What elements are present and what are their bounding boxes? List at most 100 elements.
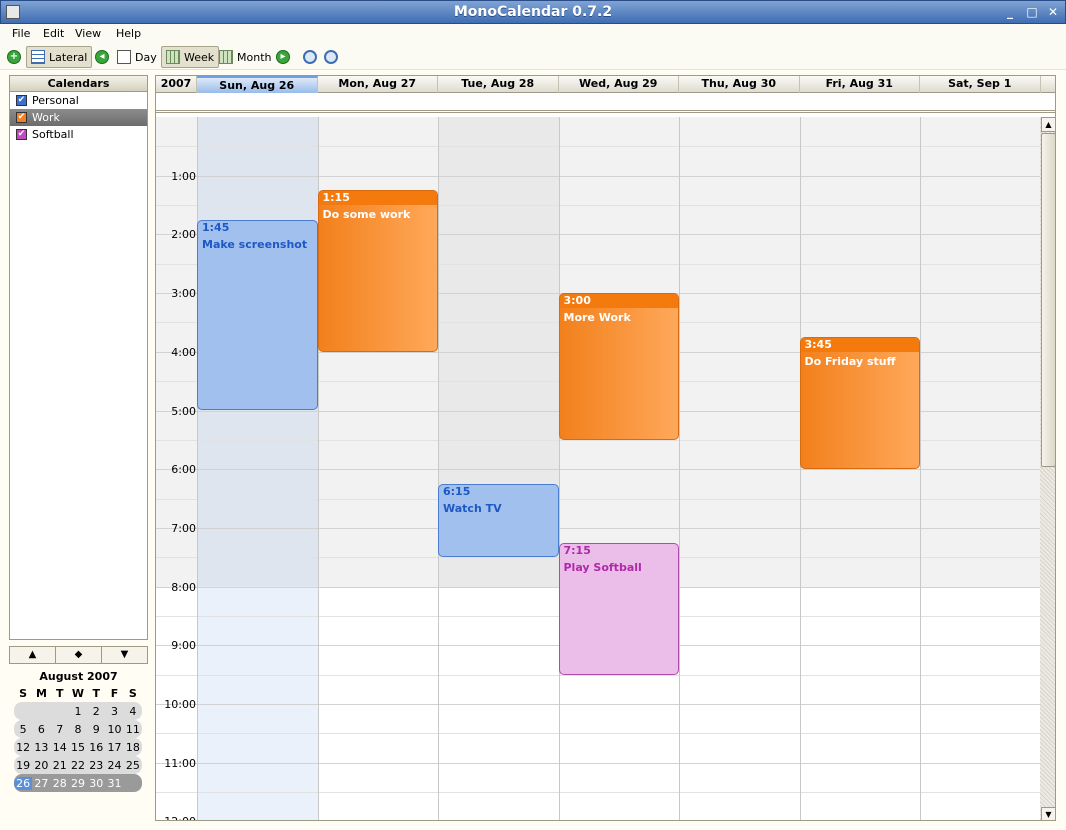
day-cell[interactable]: 14: [51, 741, 69, 754]
day-cell[interactable]: 12: [14, 741, 32, 754]
add-icon: +: [7, 50, 21, 64]
title-bar: MonoCalendar 0.7.2 _ □ ✕: [0, 0, 1066, 24]
day-cell[interactable]: 25: [124, 759, 142, 772]
vertical-scrollbar[interactable]: ▲ ▼: [1040, 117, 1055, 820]
day-cell[interactable]: 16: [87, 741, 105, 754]
day-header[interactable]: Sun, Aug 26: [197, 76, 318, 93]
menu-edit[interactable]: Edit: [43, 27, 64, 40]
day-cell[interactable]: 28: [51, 777, 69, 790]
day-cell[interactable]: 23: [87, 759, 105, 772]
day-header[interactable]: Wed, Aug 29: [559, 76, 679, 93]
event-block[interactable]: 1:15 Do some work: [317, 190, 438, 352]
day-cell[interactable]: 5: [14, 723, 32, 736]
hour-label: 7:00: [171, 521, 196, 535]
close-icon[interactable]: ✕: [1044, 4, 1062, 21]
weekday-label: T: [55, 686, 64, 700]
calendar-item[interactable]: ✔ Work: [10, 109, 147, 126]
hour-label: 8:00: [171, 580, 196, 594]
day-cell[interactable]: 8: [69, 723, 87, 736]
hour-label: 9:00: [171, 639, 196, 653]
day-cell[interactable]: 26: [14, 776, 33, 790]
checkbox-icon[interactable]: ✔: [16, 129, 27, 140]
day-cell[interactable]: 2: [87, 705, 105, 718]
day-cell[interactable]: 21: [51, 759, 69, 772]
day-cell[interactable]: 31: [105, 777, 123, 790]
scrollbar-thumb[interactable]: [1041, 133, 1055, 467]
menu-view[interactable]: View: [75, 27, 101, 40]
menu-help[interactable]: Help: [116, 27, 141, 40]
day-header[interactable]: Tue, Aug 28: [438, 76, 559, 93]
grid-line: [156, 674, 1040, 676]
day-cell[interactable]: 27: [32, 777, 50, 790]
next-button[interactable]: ▸: [276, 46, 294, 68]
day-cell[interactable]: 7: [51, 723, 69, 736]
minimize-icon[interactable]: _: [1001, 4, 1019, 21]
lateral-button[interactable]: Lateral: [26, 46, 93, 68]
day-cell[interactable]: 6: [32, 723, 50, 736]
grid-line: [156, 469, 1040, 471]
day-cell[interactable]: 19: [14, 759, 32, 772]
event-block[interactable]: 3:45 Do Friday stuff: [799, 337, 920, 470]
week-view-button[interactable]: Week: [161, 46, 220, 68]
scroll-down-icon[interactable]: ▼: [1041, 807, 1055, 820]
month-icon: [219, 50, 233, 64]
week-row: 12 13 14 15 16 17 18: [14, 738, 142, 756]
next-month-icon[interactable]: ▼: [102, 647, 147, 663]
grid-line: [156, 175, 1040, 177]
day-cell[interactable]: 20: [32, 759, 50, 772]
checkbox-icon[interactable]: ✔: [16, 112, 27, 123]
event-block[interactable]: 1:45 Make screenshot: [197, 219, 318, 411]
zoom-out-button[interactable]: [303, 46, 321, 68]
day-cell[interactable]: 4: [124, 705, 142, 718]
day-cell[interactable]: 22: [69, 759, 87, 772]
menu-file[interactable]: File: [12, 27, 30, 40]
week-header: 2007 Sun, Aug 26 Mon, Aug 27 Tue, Aug 28 We…: [156, 76, 1055, 93]
event-block[interactable]: 7:15 Play Softball: [558, 542, 679, 675]
day-cell[interactable]: 15: [69, 741, 87, 754]
hour-label: 10:00: [164, 698, 196, 711]
day-cell[interactable]: 29: [69, 777, 87, 790]
grid-line: [156, 762, 1040, 764]
event-time: 1:15: [318, 191, 437, 206]
time-grid[interactable]: 1:00 2:00 3:00 4:00 5:00 6:00 7:00 8:00 9:00 10:0…: [156, 117, 1042, 820]
event-block[interactable]: 3:00 More Work: [558, 293, 679, 440]
day-cell[interactable]: 3: [105, 705, 123, 718]
day-header[interactable]: Thu, Aug 30: [679, 76, 800, 93]
calendar-item[interactable]: ✔ Personal: [10, 92, 147, 109]
column-divider: [799, 117, 801, 820]
day-cell[interactable]: 24: [105, 759, 123, 772]
day-cell[interactable]: 11: [124, 723, 142, 736]
weekday-header: SMTWTFS: [14, 684, 142, 702]
prev-button[interactable]: ◂: [95, 46, 113, 68]
month-view-button[interactable]: Month: [219, 46, 271, 68]
zoom-out-icon: [303, 50, 317, 64]
day-cell[interactable]: 1: [69, 705, 87, 718]
hour-label: 2:00: [171, 228, 196, 242]
day-cell[interactable]: 30: [87, 777, 105, 790]
day-header[interactable]: Mon, Aug 27: [318, 76, 438, 93]
mini-calendar: ▲ ◆ ▼ August 2007 S M T W T F S 1 2 3 4 5 6 7 8 9 10 11 12…: [9, 646, 148, 822]
hour-label: 11:00: [164, 756, 196, 770]
calendar-item[interactable]: ✔ Softball: [10, 126, 147, 143]
event-title: Play Softball: [563, 560, 642, 574]
day-header[interactable]: Fri, Aug 31: [800, 76, 920, 93]
grid-line: [156, 527, 1040, 529]
day-label: Day: [135, 50, 157, 64]
day-cell[interactable]: 17: [105, 741, 123, 754]
day-view-button[interactable]: Day: [117, 46, 157, 68]
day-cell[interactable]: 18: [124, 741, 142, 754]
add-event-button[interactable]: +: [7, 46, 25, 68]
day-cell[interactable]: 10: [105, 723, 123, 736]
maximize-icon[interactable]: □: [1023, 4, 1041, 21]
day-cell[interactable]: 9: [87, 723, 105, 736]
day-cell[interactable]: 13: [32, 741, 50, 754]
checkbox-icon[interactable]: ✔: [16, 95, 27, 106]
prev-month-icon[interactable]: ▲: [10, 647, 56, 663]
zoom-in-button[interactable]: [324, 46, 342, 68]
today-icon[interactable]: ◆: [56, 647, 102, 663]
day-header[interactable]: Sat, Sep 1: [920, 76, 1041, 93]
event-block[interactable]: 6:15 Watch TV: [438, 483, 559, 558]
weekday-label: T: [92, 686, 101, 700]
all-day-row[interactable]: [156, 93, 1055, 113]
scroll-up-icon[interactable]: ▲: [1041, 117, 1055, 132]
